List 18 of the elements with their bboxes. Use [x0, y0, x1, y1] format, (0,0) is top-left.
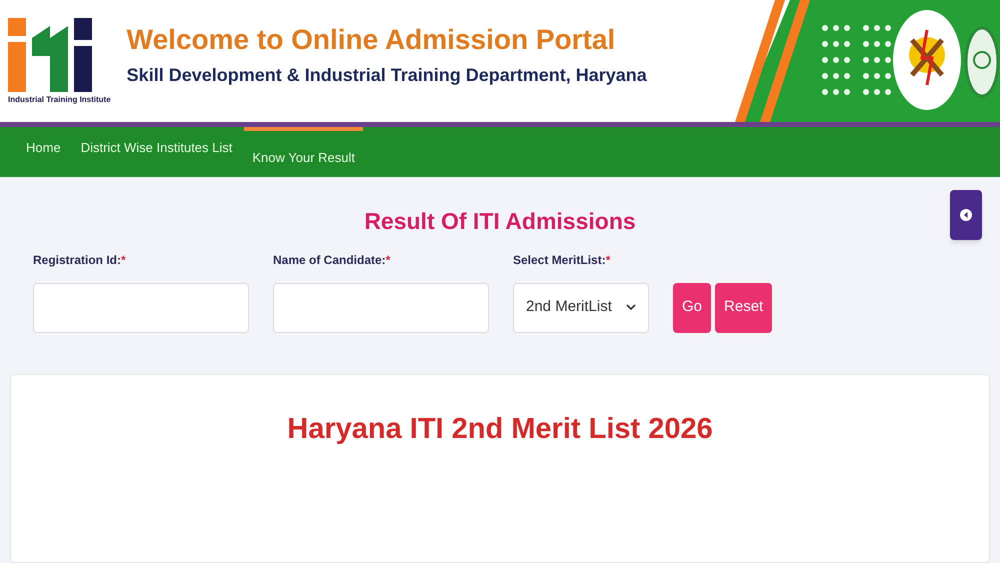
side-toggle-button[interactable]: [950, 190, 982, 240]
result-title: Haryana ITI 2nd Merit List 2026: [287, 412, 713, 446]
field-label: Select MeritList:*: [513, 252, 612, 268]
merit-list-select[interactable]: 2nd MeritList: [513, 282, 649, 332]
nav-link[interactable]: Home: [18, 127, 69, 177]
chevron-icon: [626, 304, 636, 311]
form-button[interactable]: Go: [673, 282, 712, 332]
portal-subtitle: Skill Development & Industrial Training Department, Haryana: [126, 66, 647, 84]
logo-caption: Industrial Training Institute: [8, 94, 111, 106]
field-label: Registration Id:*: [33, 252, 127, 268]
text-field[interactable]: [33, 282, 249, 332]
form-button[interactable]: Reset: [715, 282, 772, 332]
portal-title: Welcome to Online Admission Portal: [126, 26, 616, 54]
field-label: Name of Candidate:*: [273, 252, 392, 268]
form-title: Result Of ITI Admissions: [364, 207, 636, 236]
nav-link[interactable]: Know Your Result: [244, 127, 364, 177]
text-field[interactable]: [273, 282, 489, 332]
nav-link[interactable]: District Wise Institutes List: [72, 127, 240, 177]
